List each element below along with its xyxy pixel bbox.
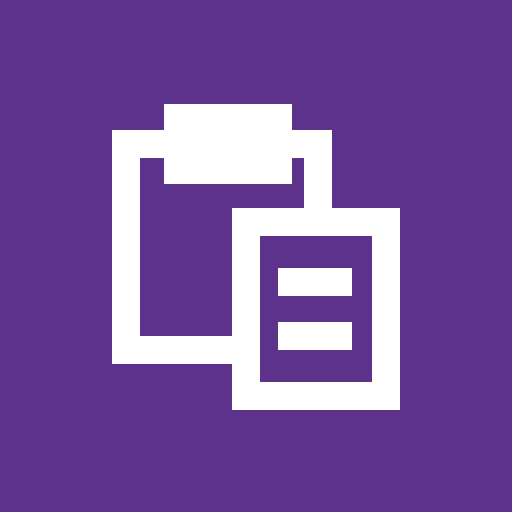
document-line-2 bbox=[278, 322, 352, 350]
document-line-1 bbox=[278, 268, 352, 296]
paste-clipboard-icon bbox=[0, 0, 512, 512]
paste-tile[interactable] bbox=[0, 0, 512, 512]
